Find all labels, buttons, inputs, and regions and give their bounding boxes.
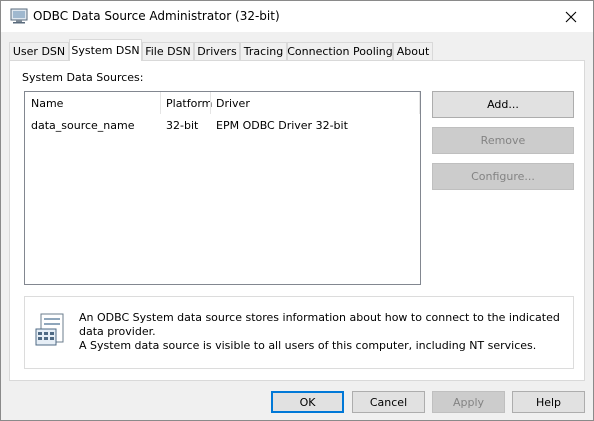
column-divider[interactable] <box>419 92 420 114</box>
odbc-app-icon <box>10 8 28 24</box>
dsn-name-cell: data_source_name <box>31 119 135 132</box>
list-header: Name Platform Driver <box>25 92 420 114</box>
column-divider[interactable] <box>160 92 161 114</box>
system-dsn-panel: System Data Sources: Name Platform Drive… <box>9 60 585 381</box>
data-sources-list[interactable]: Name Platform Driver data_source_name 32… <box>24 91 421 285</box>
configure-button[interactable]: Configure... <box>432 163 574 190</box>
add-button[interactable]: Add... <box>432 91 574 118</box>
cancel-button[interactable]: Cancel <box>352 391 425 413</box>
info-line: An ODBC System data source stores inform… <box>79 311 560 338</box>
dsn-driver-cell: EPM ODBC Driver 32-bit <box>216 119 348 132</box>
column-header-name[interactable]: Name <box>31 97 63 110</box>
title-bar[interactable]: ODBC Data Source Administrator (32-bit) <box>1 1 593 32</box>
odbc-window: ODBC Data Source Administrator (32-bit) … <box>0 0 594 421</box>
tab-system-dsn[interactable]: System DSN <box>69 39 142 61</box>
apply-button[interactable]: Apply <box>432 391 505 413</box>
column-header-driver[interactable]: Driver <box>216 97 250 110</box>
tab-tracing[interactable]: Tracing <box>240 42 287 60</box>
info-box: An ODBC System data source stores inform… <box>24 296 574 369</box>
ok-button[interactable]: OK <box>271 391 344 413</box>
column-header-platform[interactable]: Platform <box>166 97 212 110</box>
data-source-icon <box>35 313 64 346</box>
info-description: An ODBC System data source stores inform… <box>79 311 573 353</box>
info-line: A System data source is visible to all u… <box>79 339 537 352</box>
help-button[interactable]: Help <box>512 391 585 413</box>
dialog-footer: OK Cancel Apply Help <box>1 382 593 420</box>
remove-button[interactable]: Remove <box>432 127 574 154</box>
dsn-platform-cell: 32-bit <box>166 119 199 132</box>
window-title: ODBC Data Source Administrator (32-bit) <box>33 9 280 23</box>
column-divider[interactable] <box>210 92 211 114</box>
system-data-sources-label: System Data Sources: <box>22 71 144 84</box>
tab-drivers[interactable]: Drivers <box>194 42 240 60</box>
tab-file-dsn[interactable]: File DSN <box>142 42 194 60</box>
tab-connection-pooling[interactable]: Connection Pooling <box>287 42 393 60</box>
tab-about[interactable]: About <box>393 42 433 60</box>
list-item[interactable]: data_source_name 32-bit EPM ODBC Driver … <box>25 116 420 134</box>
close-button[interactable] <box>549 1 593 32</box>
close-icon <box>565 11 577 22</box>
tab-user-dsn[interactable]: User DSN <box>9 42 69 60</box>
